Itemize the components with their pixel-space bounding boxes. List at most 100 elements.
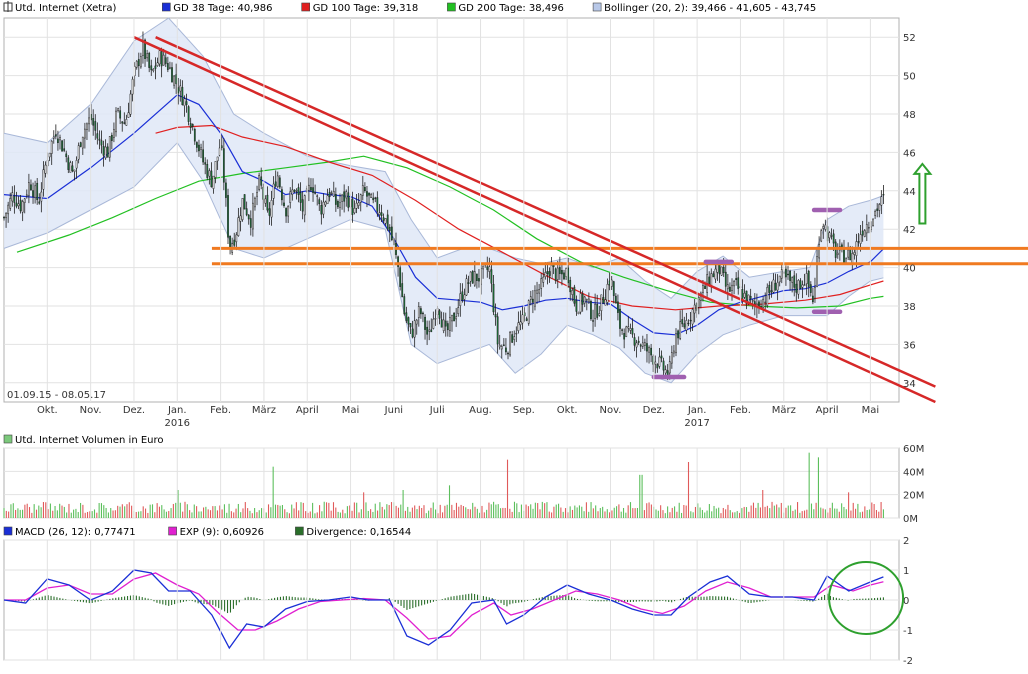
candle-body [662, 360, 665, 371]
y-tick-label: 36 [903, 340, 916, 351]
x-tick-year: 2017 [684, 418, 709, 429]
legend-label: EXP (9): 0,60926 [180, 527, 264, 538]
candle-body [434, 318, 437, 320]
candle-body [476, 273, 478, 281]
candle-body [332, 191, 335, 197]
candle-body [372, 197, 375, 201]
candle-body [5, 212, 7, 219]
candle-body [851, 253, 854, 264]
candle-body [131, 78, 134, 95]
candle-body [729, 286, 731, 292]
candle-body [191, 124, 194, 127]
candle-body [471, 271, 474, 284]
candle-body [693, 304, 696, 314]
candle-body [235, 234, 238, 243]
candle-body [79, 142, 82, 147]
candle-body [579, 293, 582, 313]
candle-body [747, 294, 750, 302]
candle-body [285, 208, 287, 217]
candle-body [193, 128, 196, 142]
candle-body [702, 285, 704, 293]
candle-body [733, 280, 735, 287]
candle-body [40, 191, 43, 202]
candle-body [202, 149, 204, 163]
candle-body [749, 295, 752, 299]
candle-body [453, 312, 455, 322]
candle-body [50, 140, 53, 154]
candle-body [241, 198, 244, 220]
candle-body [357, 202, 360, 206]
candle-body [490, 269, 493, 284]
candle-body [38, 201, 41, 204]
candle-body [654, 361, 657, 365]
candle-body [660, 355, 663, 359]
candle-body [364, 187, 366, 192]
candle-body [720, 266, 723, 276]
candle-body [438, 310, 441, 319]
legend-swatch [3, 526, 13, 536]
candle-body [361, 185, 364, 196]
candle-body [519, 321, 522, 326]
candle-body [714, 268, 717, 280]
candle-body [208, 170, 211, 177]
candle-body [724, 271, 727, 287]
candle-body [299, 192, 302, 203]
candle-body [324, 201, 327, 206]
candle-body [544, 272, 547, 278]
candle-body [446, 323, 449, 331]
x-tick-label: Mai [862, 405, 880, 416]
candle-body [849, 248, 852, 261]
x-tick-label: April [816, 405, 839, 416]
candle-body [532, 298, 534, 303]
x-tick-label: März [772, 405, 796, 416]
candle-body [61, 140, 63, 152]
candle-body [726, 284, 729, 290]
candle-body [753, 301, 756, 305]
candle-body [314, 192, 316, 194]
candle-body [345, 191, 348, 199]
candle-body [629, 328, 632, 331]
candle-body [384, 218, 387, 224]
candle-body [857, 241, 860, 243]
candle-body [658, 356, 661, 367]
candle-body [751, 300, 754, 302]
candle-body [326, 195, 329, 204]
candle-body [573, 286, 576, 304]
legend-label: Utd. Internet Volumen in Euro [15, 435, 164, 446]
candle-body [287, 205, 290, 217]
candle-body [297, 187, 300, 195]
candle-body [135, 60, 138, 68]
candle-body [216, 156, 219, 162]
candle-body [444, 320, 447, 327]
candle-body [125, 119, 128, 126]
candle-body [401, 283, 404, 298]
candle-body [668, 361, 671, 374]
candle-body [697, 297, 700, 308]
candle-body [430, 329, 433, 333]
candle-body [175, 74, 178, 85]
candle-body [270, 200, 273, 218]
candle-body [337, 201, 339, 208]
candle-body [650, 347, 652, 356]
candle-body [814, 287, 816, 299]
candle-body [417, 306, 420, 318]
candle-body [882, 193, 885, 196]
x-tick-year: 2016 [165, 418, 190, 429]
candle-body [631, 328, 634, 335]
candle-body [351, 198, 354, 215]
candle-body [789, 270, 791, 281]
candle-body [614, 295, 617, 304]
candle-body [301, 199, 304, 212]
legend-swatch [168, 526, 177, 536]
x-tick-label: Okt. [37, 405, 58, 416]
x-tick-label: Okt. [557, 405, 578, 416]
candle-body [828, 232, 831, 239]
candle-body [641, 342, 644, 347]
candle-body [675, 333, 677, 354]
y-tick-label: -2 [903, 656, 913, 667]
candle-body [322, 201, 325, 215]
candle-body [409, 323, 412, 328]
candle-body [780, 269, 783, 279]
candle-body [478, 278, 480, 282]
candle-body [237, 217, 240, 236]
